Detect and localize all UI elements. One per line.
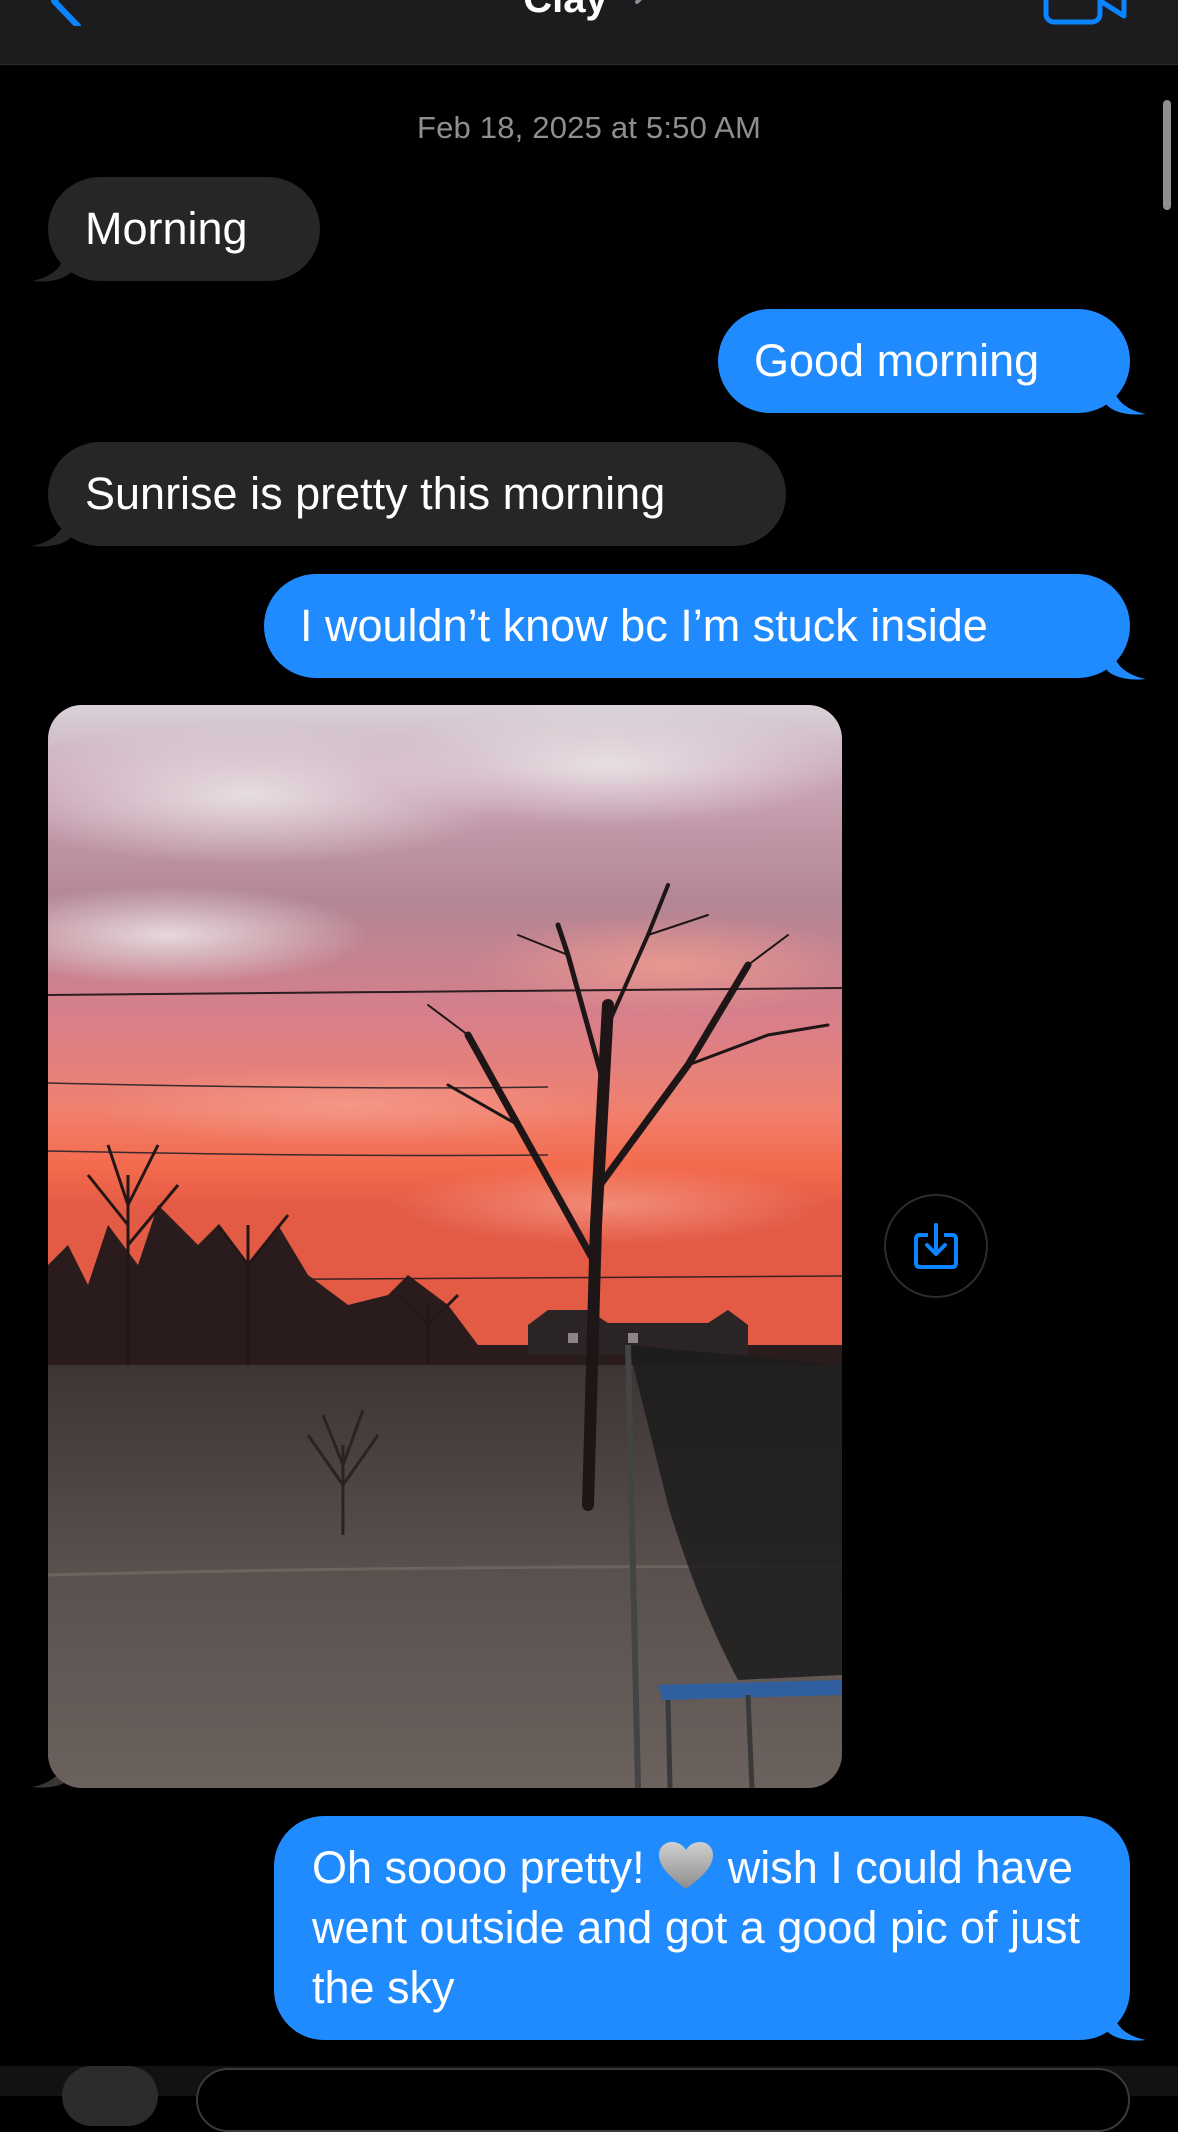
outgoing-message-bubble[interactable]: I wouldn’t know bc I’m stuck inside (264, 574, 1130, 678)
incoming-message-bubble[interactable]: Morning (48, 177, 320, 281)
video-camera-icon[interactable] (1042, 0, 1128, 26)
message-text: Sunrise is pretty this morning (85, 468, 666, 519)
message-text: Morning (85, 203, 248, 254)
message-timestamp: Feb 18, 2025 at 5:50 AM (416, 110, 762, 145)
sunrise-photo[interactable] (48, 705, 842, 1788)
chevron-right-icon (634, 0, 642, 4)
grey-heart-icon (659, 1842, 714, 1889)
incoming-message-bubble[interactable]: Sunrise is pretty this morning (48, 442, 786, 546)
save-to-photos-icon (914, 1223, 958, 1269)
save-photo-button[interactable] (884, 1194, 988, 1298)
message-text: Good morning (754, 335, 1040, 386)
outgoing-message-bubble[interactable]: Oh soooo pretty! wish I could have went … (274, 1816, 1130, 2040)
contact-name: Clay (523, 0, 608, 24)
contact-name-button[interactable]: Clay (0, 0, 1178, 24)
add-attachment-button[interactable] (62, 2066, 158, 2126)
outgoing-message-bubble[interactable]: Good morning (718, 309, 1130, 413)
nav-bar: Clay (0, 0, 1178, 65)
message-text: Oh soooo pretty! (312, 1842, 658, 1893)
message-input[interactable] (196, 2068, 1130, 2132)
sunrise-photo-image (48, 705, 842, 1788)
message-text: I wouldn’t know bc I’m stuck inside (300, 600, 988, 651)
